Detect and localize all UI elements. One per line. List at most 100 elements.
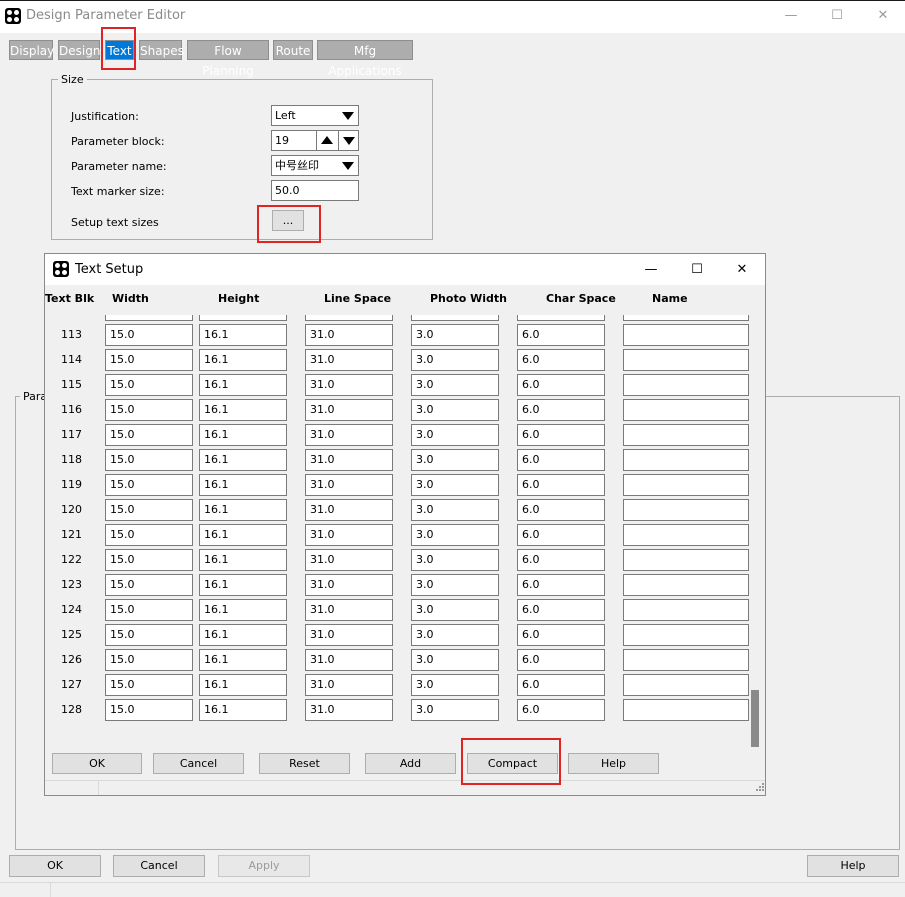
table-row-width-input[interactable]: 15.0 xyxy=(105,649,193,671)
table-row-name-input[interactable] xyxy=(623,324,749,346)
table-row-line-space-input[interactable]: 31.0 xyxy=(305,574,393,596)
table-row-partial-char-space-input[interactable]: 6.0 xyxy=(517,315,605,321)
table-row-line-space-input[interactable]: 31.0 xyxy=(305,624,393,646)
parameter-block-spinner[interactable]: 19 xyxy=(271,130,359,151)
table-row-line-space-input[interactable]: 31.0 xyxy=(305,699,393,721)
table-row-height-input[interactable]: 16.1 xyxy=(199,474,287,496)
table-row-height-input[interactable]: 16.1 xyxy=(199,499,287,521)
table-row-char-space-input[interactable]: 6.0 xyxy=(517,699,605,721)
table-row-line-space-input[interactable]: 31.0 xyxy=(305,549,393,571)
minimize-button[interactable]: — xyxy=(776,6,806,26)
table-row-width-input[interactable]: 15.0 xyxy=(105,374,193,396)
cancel-button[interactable]: Cancel xyxy=(113,855,205,877)
arrow-down-icon[interactable] xyxy=(343,137,355,145)
table-row-height-input[interactable]: 16.1 xyxy=(199,599,287,621)
table-row-char-space-input[interactable]: 6.0 xyxy=(517,624,605,646)
arrow-up-icon[interactable] xyxy=(321,136,333,144)
table-row-photo-width-input[interactable]: 3.0 xyxy=(411,649,499,671)
help-button[interactable]: Help xyxy=(807,855,899,877)
parameter-name-select[interactable]: 中号丝印 xyxy=(271,155,359,176)
tab-route[interactable]: Route xyxy=(273,40,313,60)
table-row-char-space-input[interactable]: 6.0 xyxy=(517,349,605,371)
table-row-width-input[interactable]: 15.0 xyxy=(105,699,193,721)
table-row-height-input[interactable]: 16.1 xyxy=(199,699,287,721)
maximize-button[interactable]: ☐ xyxy=(822,6,852,26)
table-row-line-space-input[interactable]: 31.0 xyxy=(305,349,393,371)
dialog-minimize-button[interactable]: — xyxy=(636,260,666,280)
close-button[interactable]: ✕ xyxy=(868,6,898,26)
table-row-name-input[interactable] xyxy=(623,374,749,396)
table-row-width-input[interactable]: 15.0 xyxy=(105,574,193,596)
table-row-width-input[interactable]: 15.0 xyxy=(105,424,193,446)
table-row-char-space-input[interactable]: 6.0 xyxy=(517,399,605,421)
table-row-photo-width-input[interactable]: 3.0 xyxy=(411,699,499,721)
table-row-line-space-input[interactable]: 31.0 xyxy=(305,399,393,421)
table-row-width-input[interactable]: 15.0 xyxy=(105,349,193,371)
table-row-height-input[interactable]: 16.1 xyxy=(199,649,287,671)
dialog-close-button[interactable]: ✕ xyxy=(727,260,757,280)
table-row-name-input[interactable] xyxy=(623,674,749,696)
table-row-line-space-input[interactable]: 31.0 xyxy=(305,674,393,696)
table-row-name-input[interactable] xyxy=(623,649,749,671)
tab-flow-planning[interactable]: Flow Planning xyxy=(187,40,269,78)
table-row-line-space-input[interactable]: 31.0 xyxy=(305,599,393,621)
table-row-height-input[interactable]: 16.1 xyxy=(199,674,287,696)
scrollbar-thumb[interactable] xyxy=(751,690,759,747)
table-row-height-input[interactable]: 16.1 xyxy=(199,324,287,346)
resize-grip-icon[interactable] xyxy=(755,782,765,792)
table-row-photo-width-input[interactable]: 3.0 xyxy=(411,599,499,621)
table-row-char-space-input[interactable]: 6.0 xyxy=(517,599,605,621)
table-row-width-input[interactable]: 15.0 xyxy=(105,499,193,521)
table-row-name-input[interactable] xyxy=(623,424,749,446)
table-row-name-input[interactable] xyxy=(623,399,749,421)
table-row-photo-width-input[interactable]: 3.0 xyxy=(411,474,499,496)
table-row-line-space-input[interactable]: 31.0 xyxy=(305,449,393,471)
dialog-ok-button[interactable]: OK xyxy=(52,753,142,774)
table-row-name-input[interactable] xyxy=(623,524,749,546)
table-row-char-space-input[interactable]: 6.0 xyxy=(517,424,605,446)
table-row-name-input[interactable] xyxy=(623,499,749,521)
ok-button[interactable]: OK xyxy=(9,855,101,877)
dialog-add-button[interactable]: Add xyxy=(365,753,456,774)
table-row-name-input[interactable] xyxy=(623,624,749,646)
table-row-char-space-input[interactable]: 6.0 xyxy=(517,524,605,546)
table-row-char-space-input[interactable]: 6.0 xyxy=(517,499,605,521)
table-row-name-input[interactable] xyxy=(623,349,749,371)
table-row-name-input[interactable] xyxy=(623,699,749,721)
table-row-width-input[interactable]: 15.0 xyxy=(105,399,193,421)
dialog-maximize-button[interactable]: ☐ xyxy=(682,260,712,280)
table-row-char-space-input[interactable]: 6.0 xyxy=(517,549,605,571)
table-row-photo-width-input[interactable]: 3.0 xyxy=(411,499,499,521)
table-row-partial-line-space-input[interactable]: 31.0 xyxy=(305,315,393,321)
table-row-photo-width-input[interactable]: 3.0 xyxy=(411,424,499,446)
table-row-char-space-input[interactable]: 6.0 xyxy=(517,649,605,671)
table-row-height-input[interactable]: 16.1 xyxy=(199,399,287,421)
table-row-height-input[interactable]: 16.1 xyxy=(199,549,287,571)
table-row-char-space-input[interactable]: 6.0 xyxy=(517,474,605,496)
table-row-height-input[interactable]: 16.1 xyxy=(199,374,287,396)
table-row-char-space-input[interactable]: 6.0 xyxy=(517,374,605,396)
table-row-photo-width-input[interactable]: 3.0 xyxy=(411,374,499,396)
vertical-scrollbar[interactable] xyxy=(751,315,761,747)
table-row-name-input[interactable] xyxy=(623,574,749,596)
table-row-width-input[interactable]: 15.0 xyxy=(105,549,193,571)
table-row-name-input[interactable] xyxy=(623,549,749,571)
table-row-height-input[interactable]: 16.1 xyxy=(199,524,287,546)
table-row-width-input[interactable]: 15.0 xyxy=(105,524,193,546)
table-row-width-input[interactable]: 15.0 xyxy=(105,674,193,696)
table-row-line-space-input[interactable]: 31.0 xyxy=(305,374,393,396)
table-row-width-input[interactable]: 15.0 xyxy=(105,324,193,346)
tab-display[interactable]: Display xyxy=(9,40,54,60)
table-row-height-input[interactable]: 16.1 xyxy=(199,449,287,471)
table-row-photo-width-input[interactable]: 3.0 xyxy=(411,524,499,546)
table-row-photo-width-input[interactable]: 3.0 xyxy=(411,624,499,646)
table-row-partial-width-input[interactable]: 15.0 xyxy=(105,315,193,321)
dialog-reset-button[interactable]: Reset xyxy=(259,753,350,774)
table-row-name-input[interactable] xyxy=(623,599,749,621)
table-row-width-input[interactable]: 15.0 xyxy=(105,449,193,471)
table-row-width-input[interactable]: 15.0 xyxy=(105,599,193,621)
table-row-height-input[interactable]: 16.1 xyxy=(199,424,287,446)
table-row-char-space-input[interactable]: 6.0 xyxy=(517,324,605,346)
table-row-height-input[interactable]: 16.1 xyxy=(199,349,287,371)
dialog-help-button[interactable]: Help xyxy=(568,753,659,774)
